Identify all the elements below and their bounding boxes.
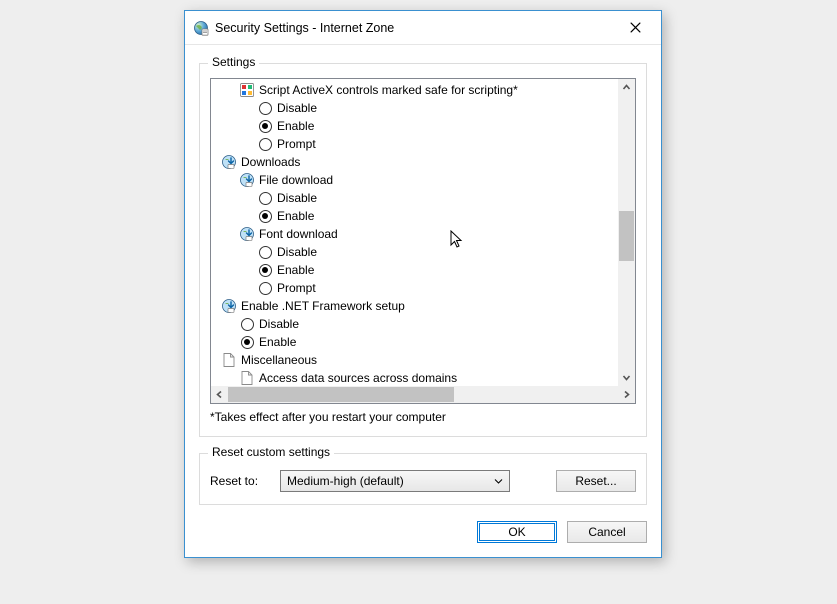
tree-label: Enable: [255, 333, 296, 351]
radio-icon-slot: [239, 334, 255, 350]
radio-icon-slot: [257, 244, 273, 260]
restart-note: *Takes effect after you restart your com…: [210, 410, 636, 424]
tree-label: Downloads: [237, 153, 300, 171]
tree-option: Disable: [215, 315, 618, 333]
downloads-icon: [239, 226, 255, 242]
tree-option: Enable: [215, 207, 618, 225]
tree-option: Disable: [215, 99, 618, 117]
vertical-scroll-track[interactable]: [618, 96, 635, 369]
tree-label: Disable: [273, 99, 317, 117]
downloads-icon: [221, 298, 237, 314]
tree-category: Miscellaneous: [215, 351, 618, 369]
security-settings-dialog: Security Settings - Internet Zone Settin…: [184, 10, 662, 558]
tree-option: Disable: [215, 189, 618, 207]
tree-item: Access data sources across domains: [215, 369, 618, 386]
tree-label: Disable: [273, 189, 317, 207]
tree-category: Enable .NET Framework setup: [215, 297, 618, 315]
chevron-down-icon: [491, 471, 505, 491]
radio-icon-slot: [239, 316, 255, 332]
horizontal-scrollbar[interactable]: [211, 386, 635, 403]
radio-icon-slot: [257, 280, 273, 296]
tree-option: Enable: [215, 333, 618, 351]
downloads-icon: [239, 172, 255, 188]
radio-option[interactable]: [259, 120, 272, 133]
tree-label: Enable .NET Framework setup: [237, 297, 405, 315]
tree-label: Enable: [273, 261, 314, 279]
radio-option[interactable]: [259, 102, 272, 115]
tree-option: Prompt: [215, 279, 618, 297]
horizontal-scroll-thumb[interactable]: [228, 387, 454, 402]
reset-button[interactable]: Reset...: [556, 470, 636, 492]
reset-level-combobox[interactable]: Medium-high (default): [280, 470, 510, 492]
page-icon: [221, 352, 237, 368]
activex-icon: [239, 82, 255, 98]
tree-label: Script ActiveX controls marked safe for …: [255, 81, 518, 99]
scroll-right-button[interactable]: [618, 386, 635, 403]
reset-to-label: Reset to:: [210, 474, 270, 488]
horizontal-scroll-track[interactable]: [228, 386, 618, 403]
tree-option: Enable: [215, 261, 618, 279]
tree-label: Miscellaneous: [237, 351, 317, 369]
radio-option[interactable]: [241, 318, 254, 331]
radio-icon-slot: [257, 136, 273, 152]
tree-label: Font download: [255, 225, 338, 243]
tree-label: File download: [255, 171, 333, 189]
tree-option: Disable: [215, 243, 618, 261]
downloads-icon: [221, 154, 237, 170]
internet-zone-icon: [193, 20, 209, 36]
tree-item: File download: [215, 171, 618, 189]
dialog-button-row: OK Cancel: [199, 521, 647, 543]
tree-item: Script ActiveX controls marked safe for …: [215, 81, 618, 99]
tree-category: Downloads: [215, 153, 618, 171]
cancel-button[interactable]: Cancel: [567, 521, 647, 543]
radio-icon-slot: [257, 118, 273, 134]
radio-icon-slot: [257, 208, 273, 224]
settings-tree: Script ActiveX controls marked safe for …: [210, 78, 636, 404]
scroll-up-button[interactable]: [618, 79, 635, 96]
tree-item: Font download: [215, 225, 618, 243]
settings-groupbox: Settings Script ActiveX controls marked …: [199, 63, 647, 437]
tree-label: Disable: [273, 243, 317, 261]
radio-option[interactable]: [259, 210, 272, 223]
reset-groupbox: Reset custom settings Reset to: Medium-h…: [199, 453, 647, 505]
reset-legend: Reset custom settings: [208, 445, 334, 459]
tree-label: Enable: [273, 117, 314, 135]
vertical-scroll-thumb[interactable]: [619, 211, 634, 261]
ok-button[interactable]: OK: [477, 521, 557, 543]
tree-label: Prompt: [273, 279, 316, 297]
settings-legend: Settings: [208, 55, 259, 69]
tree-option: Prompt: [215, 135, 618, 153]
tree-option: Enable: [215, 117, 618, 135]
radio-option[interactable]: [259, 246, 272, 259]
radio-option[interactable]: [259, 282, 272, 295]
reset-level-value: Medium-high (default): [287, 474, 491, 488]
tree-label: Access data sources across domains: [255, 369, 457, 386]
radio-option[interactable]: [241, 336, 254, 349]
radio-option[interactable]: [259, 192, 272, 205]
radio-icon-slot: [257, 262, 273, 278]
vertical-scrollbar[interactable]: [618, 79, 635, 386]
radio-option[interactable]: [259, 264, 272, 277]
close-icon: [630, 22, 641, 33]
scroll-down-button[interactable]: [618, 369, 635, 386]
radio-icon-slot: [257, 100, 273, 116]
tree-label: Prompt: [273, 135, 316, 153]
tree-label: Enable: [273, 207, 314, 225]
tree-label: Disable: [255, 315, 299, 333]
titlebar: Security Settings - Internet Zone: [185, 11, 661, 45]
radio-option[interactable]: [259, 138, 272, 151]
page-icon: [239, 370, 255, 386]
window-title: Security Settings - Internet Zone: [215, 21, 615, 35]
scroll-left-button[interactable]: [211, 386, 228, 403]
close-button[interactable]: [615, 15, 655, 41]
radio-icon-slot: [257, 190, 273, 206]
